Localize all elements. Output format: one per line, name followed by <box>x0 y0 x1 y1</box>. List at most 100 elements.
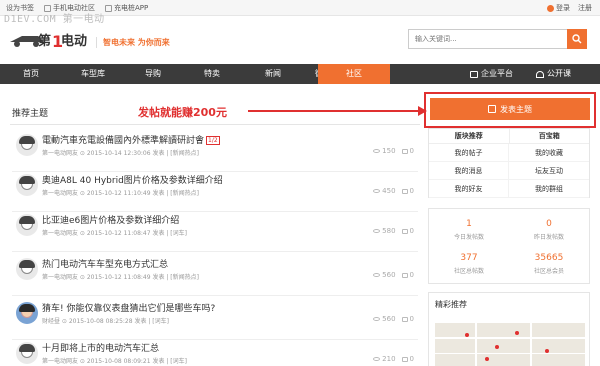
views-icon <box>373 317 381 321</box>
comment-icon <box>401 228 408 234</box>
topic-row[interactable]: 比亚迪e6图片价格及参数详细介绍 第一电动网友 ⊙ 2015-10-12 11:… <box>12 208 418 252</box>
nav-item-buying-guide[interactable]: 导购 <box>124 64 182 84</box>
quick-links-panel: 版块推荐 百宝箱 我的帖子 我的收藏 我的消息 坛友互动 我的好友 我的群组 <box>428 128 590 198</box>
site-header: 第 1 电动 智电未来 为你而来 <box>0 17 600 63</box>
view-count: 560 <box>382 315 396 323</box>
my-messages-link[interactable]: 我的消息 <box>429 162 509 180</box>
promo-annotation: 发帖就能赚200元 <box>138 106 227 119</box>
charging-app-link[interactable]: 充电桩APP <box>105 3 148 13</box>
site-logo[interactable]: 第 1 电动 <box>8 28 90 52</box>
my-favorites-link[interactable]: 我的收藏 <box>509 144 589 162</box>
nav-item-open-class[interactable]: 公开课 <box>536 64 571 84</box>
search-box[interactable] <box>408 29 568 49</box>
topic-title[interactable]: 热门电动汽车车型充电方式汇总 <box>42 257 168 270</box>
topic-meta: 第一电动网友 ⊙ 2015-10-12 11:08:47 发表 | [词车] <box>42 230 187 237</box>
nav-item-news[interactable]: 新闻 <box>242 64 304 84</box>
topic-meta: 第一电动网友 ⊙ 2015-10-12 11:10:49 发表 | [新闻热点] <box>42 190 199 197</box>
topic-row[interactable]: 奥迪A8L 40 Hybrid图片价格及参数详细介绍 第一电动网友 ⊙ 2015… <box>12 168 418 212</box>
list-divider <box>10 124 420 125</box>
avatar[interactable] <box>16 174 38 196</box>
stat-label: 昨日发帖数 <box>533 234 564 241</box>
topic-title[interactable]: 十月即将上市的电动汽车汇总 <box>42 341 159 354</box>
page-badge: 1/2 <box>206 136 220 145</box>
svg-text:电动: 电动 <box>61 33 87 49</box>
topic-meta: 第一电动网友 ⊙ 2015-10-08 08:09:21 发表 | [词车] <box>42 358 187 365</box>
topic-title[interactable]: 奥迪A8L 40 Hybrid图片价格及参数详细介绍 <box>42 173 223 186</box>
topic-title[interactable]: 比亚迪e6图片价格及参数详细介绍 <box>42 213 179 226</box>
avatar[interactable] <box>16 134 38 156</box>
svg-text:第: 第 <box>38 33 51 49</box>
view-count: 580 <box>382 227 396 235</box>
stat-number: 1 <box>466 219 472 229</box>
login-link[interactable]: 登录 <box>547 3 570 13</box>
nav-item-enterprise[interactable]: 企业平台 <box>470 64 513 84</box>
avatar[interactable] <box>16 214 38 236</box>
featured-title: 精彩推荐 <box>435 300 467 309</box>
top-right-links: 登录 注册 <box>547 3 592 13</box>
view-count: 210 <box>382 355 396 363</box>
my-groups-link[interactable]: 我的群组 <box>509 180 589 198</box>
comment-icon <box>401 316 408 322</box>
search-input[interactable] <box>409 30 567 48</box>
search-button[interactable] <box>567 29 587 49</box>
topic-title[interactable]: 猜车! 你能仅靠仪表盘猜出它们是哪些车吗? <box>42 301 215 314</box>
topic-row[interactable]: 電動汽車充電設備國內外標準解讀研討會 1/2 第一电动网友 ⊙ 2015-10-1… <box>12 128 418 172</box>
views-icon <box>373 229 381 233</box>
comment-icon <box>401 272 408 278</box>
topic-meta: 财经昼 ⊙ 2015-10-08 08:25:28 发表 | [词车] <box>42 318 169 325</box>
enterprise-icon <box>470 70 478 78</box>
avatar[interactable] <box>16 302 38 324</box>
stat-number: 35665 <box>534 253 564 263</box>
nav-item-car-library[interactable]: 车型库 <box>62 64 124 84</box>
open-class-icon <box>536 70 544 78</box>
comment-icon <box>401 188 408 194</box>
app-icon <box>105 4 112 12</box>
register-link[interactable]: 注册 <box>578 3 592 13</box>
stat-label: 今日发帖数 <box>453 234 484 241</box>
views-icon <box>373 189 381 193</box>
tab-toolbox[interactable]: 百宝箱 <box>510 129 590 143</box>
topic-row[interactable]: 热门电动汽车车型充电方式汇总 第一电动网友 ⊙ 2015-10-12 11:08… <box>12 252 418 296</box>
my-friends-link[interactable]: 我的好友 <box>429 180 509 198</box>
my-posts-link[interactable]: 我的帖子 <box>429 144 509 162</box>
charging-app-label: 充电桩APP <box>114 4 149 12</box>
new-topic-button[interactable]: 发表主题 <box>430 98 590 120</box>
topic-stats: 150 0 <box>373 147 414 155</box>
stat-label: 社区总会员 <box>533 268 564 275</box>
comment-count: 0 <box>409 187 414 195</box>
comment-count: 0 <box>409 355 414 363</box>
topic-stats: 450 0 <box>373 187 414 195</box>
comment-count: 0 <box>409 147 414 155</box>
stat-total-posts: 377 社区总帖数 <box>429 253 509 275</box>
nav-item-home[interactable]: 首页 <box>0 64 62 84</box>
avatar[interactable] <box>16 258 38 280</box>
promo-arrow-line <box>248 110 420 112</box>
stat-label: 社区总帖数 <box>453 268 484 275</box>
nav-item-community[interactable]: 社区 <box>318 64 390 84</box>
view-count: 560 <box>382 271 396 279</box>
comment-count: 0 <box>409 315 414 323</box>
comment-icon <box>401 148 408 154</box>
forum-interaction-link[interactable]: 坛友互动 <box>509 162 589 180</box>
avatar[interactable] <box>16 342 38 364</box>
topic-title-wrap: 電動汽車充電設備國內外標準解讀研討會 1/2 <box>42 133 220 146</box>
stat-number: 0 <box>546 219 552 229</box>
view-count: 150 <box>382 147 396 155</box>
search-icon <box>572 34 582 44</box>
featured-panel: 精彩推荐 <box>428 292 590 366</box>
topic-title[interactable]: 電動汽車充電設備國內外標準解讀研討會 <box>42 136 204 146</box>
views-icon <box>373 149 381 153</box>
new-topic-label: 发表主题 <box>500 104 532 114</box>
featured-map-image[interactable] <box>435 323 585 366</box>
tab-section-recommend[interactable]: 版块推荐 <box>429 129 510 143</box>
views-icon <box>373 357 381 361</box>
nav-item-sale[interactable]: 特卖 <box>182 64 242 84</box>
topic-stats: 560 0 <box>373 315 414 323</box>
stat-number: 377 <box>460 253 478 263</box>
topic-row[interactable]: 猜车! 你能仅靠仪表盘猜出它们是哪些车吗? 财经昼 ⊙ 2015-10-08 0… <box>12 296 418 340</box>
topic-row[interactable]: 十月即将上市的电动汽车汇总 第一电动网友 ⊙ 2015-10-08 08:09:… <box>12 336 418 366</box>
site-slogan: 智电未来 为你而来 <box>96 37 170 48</box>
login-label: 登录 <box>556 4 570 12</box>
comment-count: 0 <box>409 227 414 235</box>
main-nav: 首页 车型库 导购 特卖 新闻 微电之家 社区 企业平台 公开课 <box>0 64 600 84</box>
